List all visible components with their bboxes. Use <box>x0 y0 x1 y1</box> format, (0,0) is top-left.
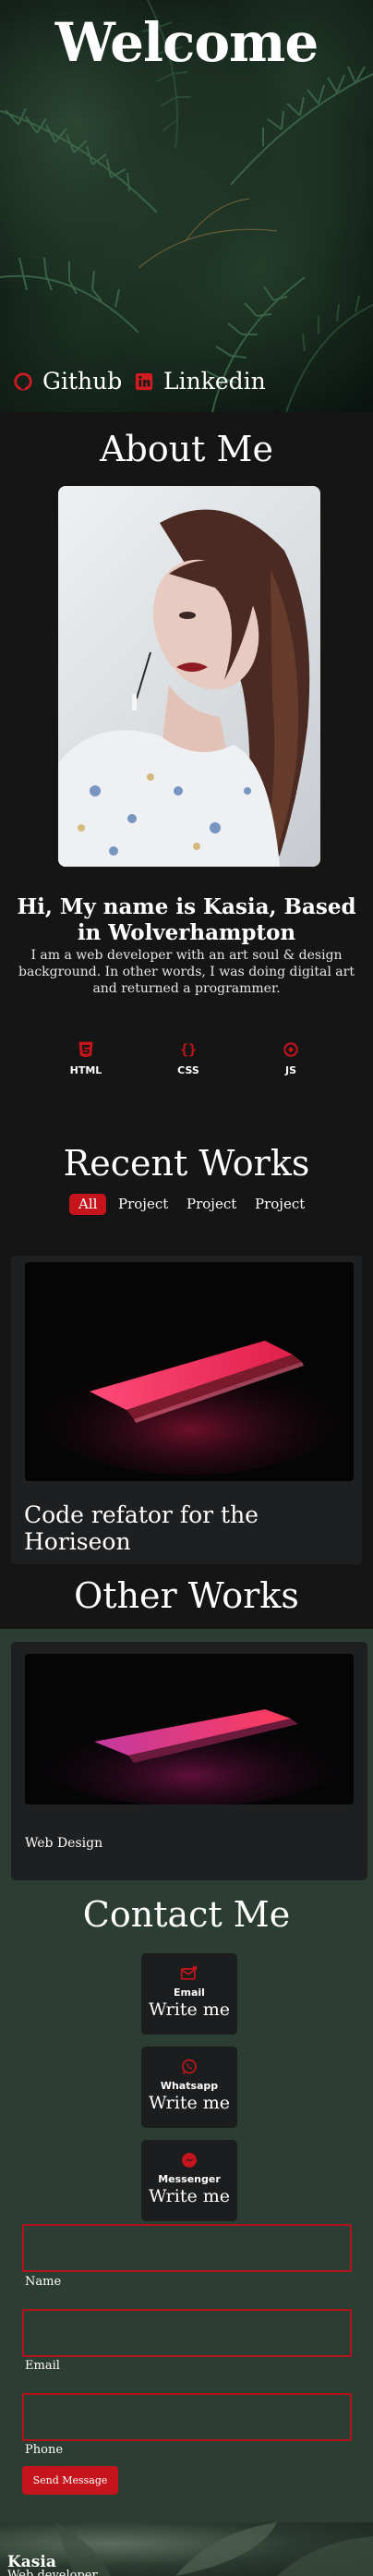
contact-whatsapp-action: Write me <box>148 2093 230 2113</box>
contact-whatsapp-card[interactable]: Whatsapp Write me <box>141 2047 237 2128</box>
about-title: About Me <box>100 429 273 469</box>
filter-project-3[interactable]: Project <box>246 1194 314 1215</box>
work-card[interactable]: Code refator for the Horiseon <box>11 1256 362 1564</box>
skill-html-label: HTML <box>69 1064 102 1076</box>
other-work-laptop-image <box>25 1654 354 1804</box>
footer: Kasia Web developer <box>0 2522 373 2576</box>
phone-field[interactable] <box>22 2393 352 2441</box>
github-link[interactable]: Github <box>13 368 122 395</box>
send-message-button[interactable]: Send Message <box>22 2466 118 2495</box>
about-description: I am a web developer with an art soul & … <box>18 948 355 996</box>
laptop-illustration <box>25 1262 354 1481</box>
skill-js-label: JS <box>284 1064 296 1076</box>
skill-css: {} CSS <box>161 1040 216 1076</box>
skill-html: HTML <box>58 1040 114 1076</box>
portrait-illustration <box>58 509 310 867</box>
whatsapp-icon <box>182 2059 197 2074</box>
filter-project-2[interactable]: Project <box>177 1194 246 1215</box>
skill-js: JS <box>263 1040 319 1076</box>
contact-email-card[interactable]: Email Write me <box>141 1953 237 2035</box>
linkedin-link-label: Linkedin <box>163 368 266 395</box>
contact-email-label: Email <box>174 1987 205 1999</box>
contact-whatsapp-label: Whatsapp <box>160 2080 219 2092</box>
filter-all[interactable]: All <box>69 1194 107 1215</box>
filter-project-1[interactable]: Project <box>109 1194 177 1215</box>
svg-text:{}: {} <box>180 1041 197 1058</box>
about-heading: Hi, My name is Kasia, Based in Wolverham… <box>17 894 356 945</box>
contact-messenger-action: Write me <box>148 2186 230 2206</box>
name-field[interactable] <box>22 2224 352 2272</box>
github-icon <box>14 371 32 391</box>
laptop-illustration-2 <box>25 1654 354 1804</box>
footer-role: Web developer <box>7 2569 98 2576</box>
email-icon <box>180 1965 198 1980</box>
github-link-label: Github <box>42 368 123 395</box>
contact-title: Contact Me <box>82 1894 291 1935</box>
linkedin-link[interactable]: Linkedin <box>134 368 266 395</box>
recent-works-title: Recent Works <box>63 1143 310 1184</box>
other-works-title: Other Works <box>74 1575 299 1616</box>
portrait-photo <box>58 486 320 867</box>
contact-messenger-label: Messenger <box>158 2173 221 2185</box>
recent-works-section: Recent Works All Project Project Project <box>0 1100 373 1564</box>
linkedin-icon <box>135 372 153 390</box>
messenger-icon <box>182 2153 197 2168</box>
js-icon <box>283 1042 298 1057</box>
email-field-label: Email <box>25 2359 60 2373</box>
work-title: Code refator for the Horiseon <box>24 1501 259 1555</box>
hero-title: Welcome <box>54 11 319 74</box>
other-works-header: Other Works <box>0 1564 373 1629</box>
hero-section: Welcome Github Linkedin <box>0 0 373 412</box>
contact-email-action: Write me <box>148 1999 230 2020</box>
email-field[interactable] <box>22 2309 352 2357</box>
other-work-card[interactable]: Web Design <box>11 1642 367 1880</box>
about-section: About Me Hi, My name is Kasia, Based in … <box>0 412 373 1100</box>
contact-messenger-card[interactable]: Messenger Write me <box>141 2140 237 2221</box>
skill-css-label: CSS <box>177 1064 199 1076</box>
work-laptop-image <box>25 1262 354 1481</box>
other-work-caption: Web Design <box>25 1836 103 1851</box>
name-field-label: Name <box>25 2275 62 2289</box>
phone-field-label: Phone <box>25 2443 64 2457</box>
css-braces-icon: {} <box>180 1041 197 1058</box>
html5-icon <box>78 1041 93 1058</box>
